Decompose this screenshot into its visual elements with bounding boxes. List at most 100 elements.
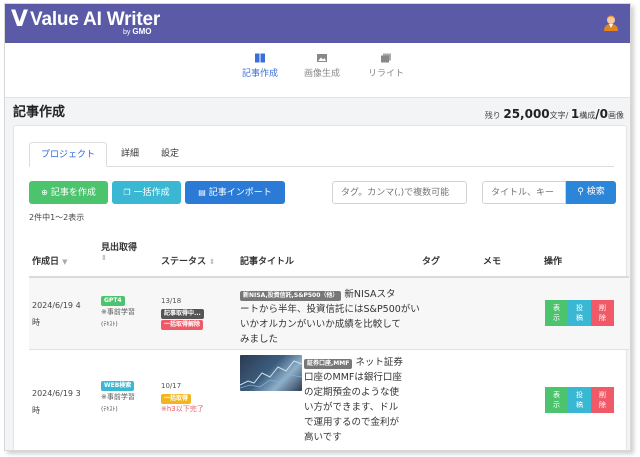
post-label-1: 投	[576, 304, 583, 312]
user-avatar-icon[interactable]	[602, 14, 620, 32]
title-line-1: 新NISAスタ	[344, 289, 396, 300]
logo-mark: V	[11, 7, 29, 32]
date-line-1: 2024/6/19 3	[32, 389, 81, 398]
book-icon	[255, 53, 265, 63]
delete-label-1: 削	[599, 304, 606, 312]
show-label-2: 示	[553, 314, 560, 322]
show-button[interactable]: 表示	[545, 300, 568, 326]
title-line-4: みました	[240, 334, 279, 345]
remain-prefix: 残り	[484, 111, 501, 120]
file-icon: ▤	[198, 188, 206, 197]
nav-label: 画像生成	[303, 69, 340, 79]
bulk-create-button[interactable]: ❐ 一括作成	[112, 181, 181, 204]
show-label-1: 表	[553, 391, 560, 399]
import-article-button[interactable]: ▤ 記事インポート	[185, 181, 285, 204]
tab-detail[interactable]: 詳細	[113, 142, 147, 167]
date-line-2: 時	[32, 318, 40, 327]
col-status[interactable]: ステータス ⇕	[161, 254, 215, 267]
title-text: 証券口座,MMF ネット証券 口座のMMFは銀行口座 の定期預金のような使 い方…	[304, 355, 420, 445]
title-line-6: 高いです	[304, 432, 342, 443]
post-label-2: 稿	[576, 314, 583, 322]
delete-label-2: 除	[599, 401, 606, 409]
status-badge: 記事取得中...	[161, 309, 204, 319]
date-line-1: 2024/6/19 4	[32, 301, 81, 310]
create-article-label: 記事を作成	[50, 188, 96, 198]
nav-label: 記事作成	[241, 69, 278, 79]
row-actions: 表示 投稿 削除	[545, 387, 614, 413]
remain-images-unit: 画像	[608, 111, 624, 120]
status-cell: 10/17 一括取得 ※h3以下完了	[161, 380, 204, 414]
post-button[interactable]: 投稿	[568, 387, 591, 413]
col-created[interactable]: 作成日 ▼	[32, 254, 68, 267]
col-ops: 操作	[544, 257, 563, 267]
created-date: 2024/6/19 3 時	[32, 385, 81, 419]
learning-label: ※事前学習	[101, 393, 135, 401]
plus-circle-icon: ⊕	[41, 188, 48, 197]
sort-down-icon: ▼	[62, 258, 68, 266]
search-icon: ⚲	[577, 187, 584, 197]
heading-source: WEB検索 ※事前学習 (ﾃｷｽﾄ)	[101, 380, 135, 413]
title-line-4: い方ができます、ドル	[304, 402, 399, 413]
created-date: 2024/6/19 4 時	[32, 297, 81, 331]
tab-settings[interactable]: 設定	[153, 142, 187, 167]
status-badge: 一括取得	[161, 394, 192, 404]
search-button[interactable]: ⚲ 検索	[566, 181, 616, 204]
remain-chars: 25,000	[503, 107, 550, 121]
delete-label-1: 削	[599, 391, 606, 399]
remain-compose-unit: 構成	[579, 111, 596, 120]
date-line-2: 時	[32, 406, 40, 415]
learning-label: ※事前学習	[101, 308, 135, 316]
show-label-1: 表	[553, 304, 560, 312]
brand-sub-name: GMO	[132, 27, 152, 36]
model-badge: GPT4	[101, 296, 125, 306]
article-thumbnail[interactable]	[240, 355, 302, 391]
create-article-button[interactable]: ⊕ 記事を作成	[29, 181, 108, 204]
status-cell: 13/18 記事取得中... 一括取得解除	[161, 295, 204, 330]
article-title[interactable]: 証券口座,MMF ネット証券 口座のMMFは銀行口座 の定期預金のような使 い方…	[304, 355, 420, 445]
col-heading[interactable]: 見出取得 ⇕	[101, 240, 137, 263]
post-label-2: 稿	[576, 401, 583, 409]
col-status-label: ステータス	[161, 257, 207, 267]
col-tag: タグ	[422, 257, 441, 267]
nav-label: リライト	[367, 69, 404, 79]
progress-count: 13/18	[161, 297, 182, 305]
nav-image-create[interactable]: 画像生成	[287, 53, 357, 79]
title-line-2: 口座のMMFは銀行口座	[304, 372, 402, 383]
nav-article-create[interactable]: 記事作成	[225, 53, 295, 79]
sort-icon: ⇕	[209, 258, 216, 266]
page-title: 記事作成	[13, 105, 66, 120]
article-title[interactable]: 新NISA,投資信託,S&P500（他） 新NISAスタ ートから半年、投資信託…	[240, 287, 420, 347]
progress-count: 10/17	[161, 382, 182, 390]
show-label-2: 示	[553, 401, 560, 409]
bulk-cancel-badge[interactable]: 一括取得解除	[161, 320, 204, 330]
chart-thumbnail-image	[240, 360, 302, 389]
learning-note: (ﾃｷｽﾄ)	[101, 406, 118, 413]
learning-note: (ﾃｷｽﾄ)	[101, 321, 118, 328]
post-label-1: 投	[576, 391, 583, 399]
brand-sub-prefix: by	[123, 29, 131, 36]
keyword-badge: 証券口座,MMF	[304, 359, 353, 369]
result-count: 2件中1〜2表示	[29, 213, 85, 222]
delete-button[interactable]: 削除	[591, 300, 614, 326]
sort-icon: ⇕	[101, 254, 107, 262]
search-label: 検索	[586, 187, 605, 197]
feature-nav: 記事作成 画像生成 リライト	[5, 43, 630, 98]
keyword-badge: 新NISA,投資信託,S&P500（他）	[240, 291, 342, 301]
delete-label-2: 除	[599, 314, 606, 322]
table-row[interactable]: 2024/6/19 3 時 WEB検索 ※事前学習 (ﾃｷｽﾄ) 10/17 一…	[29, 350, 629, 450]
image-icon	[317, 54, 327, 62]
delete-button[interactable]: 削除	[591, 387, 614, 413]
post-button[interactable]: 投稿	[568, 300, 591, 326]
table-row[interactable]: 2024/6/19 4 時 GPT4 ※事前学習 (ﾃｷｽﾄ) 13/18 記事…	[29, 278, 629, 350]
row-actions: 表示 投稿 削除	[545, 300, 614, 326]
nav-rewrite[interactable]: リライト	[351, 53, 421, 79]
remain-images: /0	[595, 107, 608, 121]
show-button[interactable]: 表示	[545, 387, 568, 413]
col-memo: メモ	[483, 257, 502, 267]
tag-filter-input[interactable]	[332, 181, 467, 204]
tab-bar: プロジェクト 詳細 設定	[29, 142, 614, 167]
tab-project[interactable]: プロジェクト	[29, 142, 107, 167]
remain-compose: 1	[570, 107, 580, 121]
title-keyword-input[interactable]	[482, 181, 566, 204]
status-warning: ※h3以下完了	[161, 405, 204, 413]
